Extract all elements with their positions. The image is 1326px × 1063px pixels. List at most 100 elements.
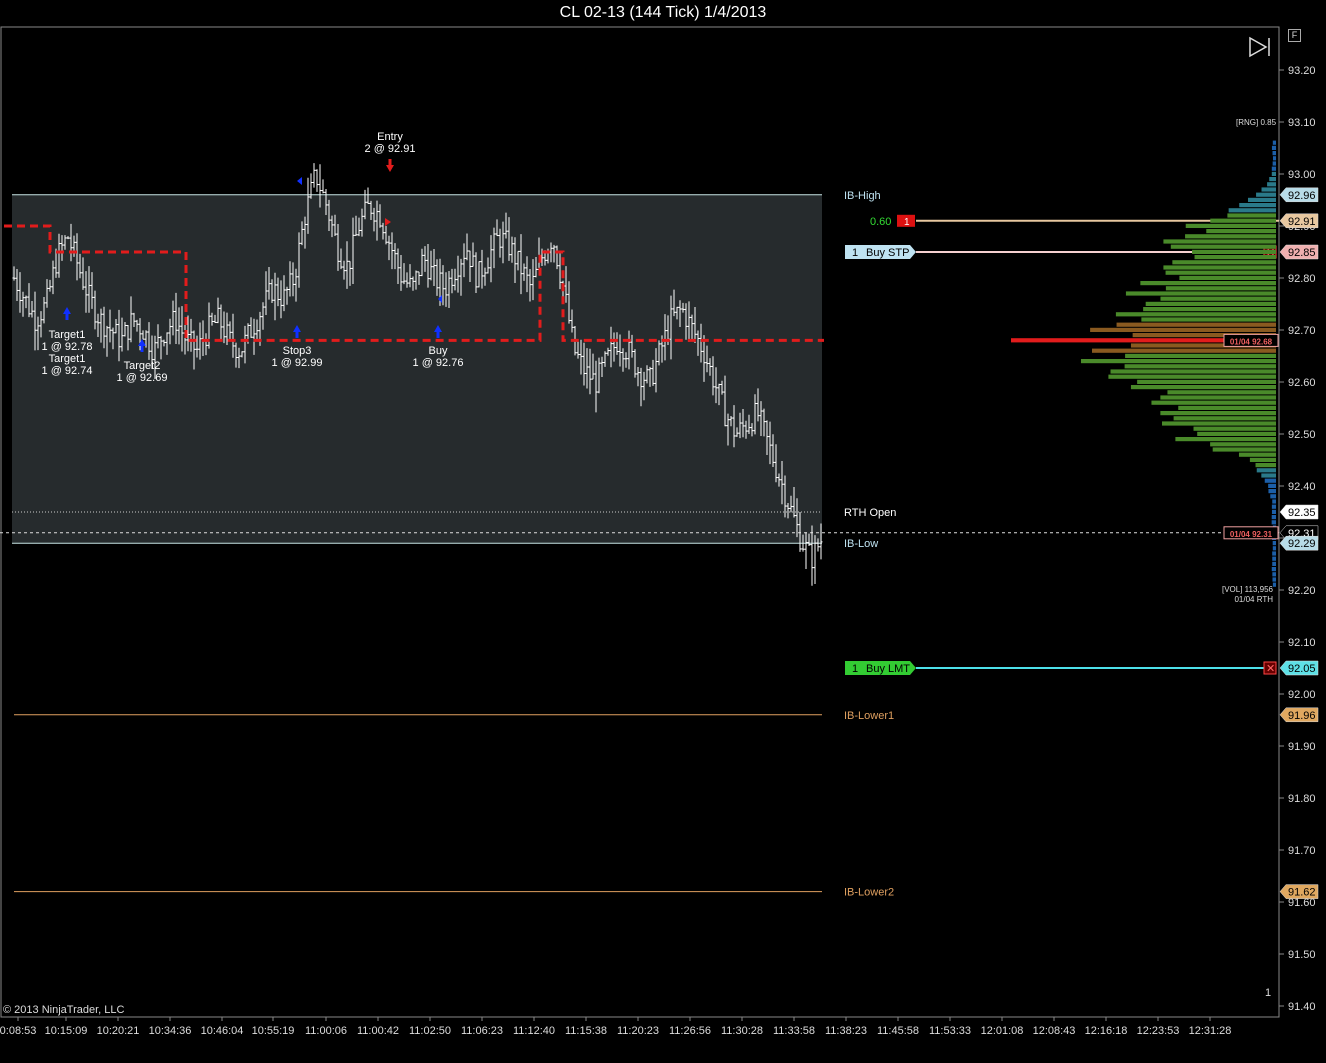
profile-bar — [1247, 197, 1276, 202]
profile-bar — [1267, 182, 1276, 187]
time-tick-label: 12:01:08 — [981, 1025, 1024, 1037]
profile-bar — [1141, 317, 1276, 322]
time-tick-label: 12:31:28 — [1189, 1025, 1232, 1037]
profile-bar — [1249, 457, 1276, 462]
profile-bar — [1124, 364, 1276, 369]
price-axis: 93.2093.1093.0092.9092.8092.7092.6092.50… — [1279, 65, 1319, 1013]
profile-price-tag-text: 01/04 92.68 — [1230, 337, 1273, 346]
profile-bar — [1080, 359, 1276, 364]
time-tick-label: 11:20:23 — [617, 1025, 659, 1037]
profile-bar — [1272, 551, 1276, 556]
profile-bar — [1130, 385, 1276, 390]
time-tick-label: 11:06:23 — [461, 1025, 503, 1037]
trade-label: Entry — [377, 131, 403, 143]
profile-bar — [1179, 275, 1276, 280]
price-tick-label: 92.70 — [1288, 325, 1316, 337]
profile-bar — [1272, 499, 1276, 504]
ib-high-label: IB-High — [844, 190, 881, 202]
price-marker-label: 92.35 — [1288, 507, 1316, 519]
price-tick-label: 91.40 — [1288, 1001, 1316, 1013]
buy-lmt-qty: 1 — [852, 663, 858, 675]
profile-bar — [1271, 171, 1276, 176]
price-tick-label: 92.40 — [1288, 481, 1316, 493]
price-tick-label: 93.00 — [1288, 169, 1316, 181]
volume-profile: 01/04 92.68 01/04 92.31 — [1011, 140, 1279, 587]
position-pnl: 0.60 — [870, 216, 891, 228]
profile-bar — [1264, 478, 1276, 483]
price-tick-label: 93.20 — [1288, 65, 1316, 77]
profile-bar — [1125, 291, 1276, 296]
price-tick-label: 92.50 — [1288, 429, 1316, 441]
trade-detail: 1 @ 92.99 — [272, 357, 323, 369]
profile-bar — [1271, 567, 1276, 572]
time-tick-label: 12:16:18 — [1085, 1025, 1128, 1037]
time-tick-label: 10:55:19 — [252, 1025, 295, 1037]
time-tick-label: 11:45:58 — [877, 1025, 919, 1037]
profile-bar — [1239, 203, 1276, 208]
rth-open-label: RTH Open — [844, 507, 896, 519]
corner-count: 1 — [1265, 987, 1272, 999]
profile-bar — [1210, 442, 1276, 447]
position-qty: 1 — [904, 217, 910, 228]
volume-line-2: 01/04 RTH — [1234, 595, 1273, 604]
trade-detail: 1 @ 92.78 — [42, 341, 93, 353]
price-chart[interactable]: IB-High RTH Open IB-Low IB-Lower1 IB-Lower2 0… — [0, 0, 1326, 1063]
ib-low-label: IB-Low — [844, 538, 878, 550]
profile-bar — [1175, 437, 1276, 442]
price-tick-label: 93.10 — [1288, 117, 1316, 129]
buy-lmt-label: Buy LMT — [866, 663, 910, 675]
profile-bar — [1261, 473, 1276, 478]
profile-bar — [1165, 270, 1276, 275]
price-tick-label: 91.50 — [1288, 949, 1316, 961]
chart-panel — [0, 26, 1280, 1018]
price-marker-label: 92.29 — [1288, 538, 1316, 550]
profile-bar — [1272, 546, 1276, 551]
profile-bar — [1212, 447, 1276, 452]
time-tick-label: 11:53:33 — [929, 1025, 971, 1037]
profile-bar — [1269, 177, 1276, 182]
profile-bar — [1115, 312, 1276, 317]
profile-bar — [1256, 192, 1276, 197]
time-tick-label: 11:38:23 — [825, 1025, 867, 1037]
profile-bar — [1268, 489, 1276, 494]
price-marker-label: 92.91 — [1288, 216, 1316, 228]
profile-bar — [1160, 411, 1276, 416]
profile-bar — [1227, 213, 1276, 218]
time-tick-label: 11:33:58 — [773, 1025, 815, 1037]
trade-label: Target2 — [124, 360, 161, 372]
profile-bar — [1162, 421, 1276, 426]
time-tick-label: 11:12:40 — [513, 1025, 555, 1037]
time-tick-label: 12:23:53 — [1137, 1025, 1180, 1037]
volume-label: [VOL] 113,956 01/04 RTH — [1222, 585, 1273, 605]
profile-bar — [1228, 208, 1276, 213]
profile-bar — [1261, 187, 1276, 192]
time-tick-label: 11:00:06 — [305, 1025, 347, 1037]
profile-bar — [1272, 577, 1276, 582]
time-tick-label: 11:15:38 — [565, 1025, 607, 1037]
profile-bar — [1210, 218, 1276, 223]
skip-to-end-icon[interactable] — [1248, 36, 1272, 58]
price-marker-label: 91.96 — [1288, 710, 1316, 722]
trade-label: Target1 — [49, 329, 86, 341]
profile-bar — [1170, 244, 1276, 249]
time-tick-label: 11:30:28 — [721, 1025, 763, 1037]
profile-bar — [1272, 161, 1276, 166]
profile-bar — [1145, 301, 1276, 306]
profile-bar — [1197, 431, 1276, 436]
time-axis: 0:08:53 10:15:09 10:20:21 10:34:36 10:46:04 1… — [0, 1017, 1231, 1037]
profile-bar — [1206, 229, 1276, 234]
buy-stp-qty: 1 — [852, 247, 858, 259]
price-tick-label: 92.00 — [1288, 689, 1316, 701]
profile-bar — [1163, 239, 1276, 244]
price-marker-label: 92.85 — [1288, 247, 1316, 259]
f-tag[interactable]: F — [1288, 29, 1301, 42]
profile-bar — [1194, 255, 1276, 260]
price-marker-label: 92.05 — [1288, 663, 1316, 675]
trade-label: Buy — [429, 345, 448, 357]
copyright: © 2013 NinjaTrader, LLC — [3, 1004, 125, 1016]
profile-bar — [1116, 322, 1276, 327]
profile-bar — [1270, 494, 1276, 499]
time-tick-label: 10:20:21 — [97, 1025, 140, 1037]
profile-bar — [1090, 327, 1276, 332]
profile-bar — [1271, 520, 1276, 525]
